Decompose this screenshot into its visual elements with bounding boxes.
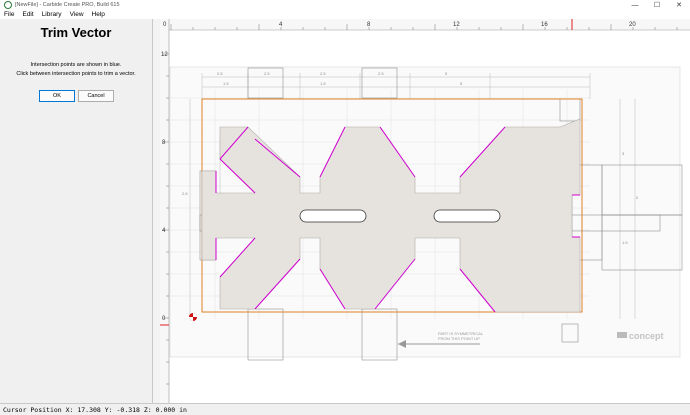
menu-help[interactable]: Help <box>92 11 105 18</box>
menu-file[interactable]: File <box>4 11 14 18</box>
minimize-icon[interactable]: — <box>624 0 646 10</box>
dim-label-6: 1.5 <box>223 81 229 86</box>
part-shape[interactable] <box>201 118 581 313</box>
status-bar: Cursor Position X: 17.308 Y: -0.318 Z: 0… <box>0 403 690 415</box>
ruler-label-x16: 16 <box>541 22 548 28</box>
dim-label-2: 2.5 <box>264 71 270 76</box>
dim-label-11: 1.5 <box>622 240 628 245</box>
dim-label-1: 2.5 <box>217 71 223 76</box>
title-bar: [NewFile] - Carbide Create PRO, Build 61… <box>0 0 690 10</box>
ruler-label-x12: 12 <box>453 22 460 28</box>
left-ruler <box>160 19 169 403</box>
dim-label-9: 2.5 <box>182 191 188 196</box>
menu-view[interactable]: View <box>70 11 84 18</box>
menu-edit[interactable]: Edit <box>22 11 33 18</box>
close-icon[interactable]: ✕ <box>668 0 690 10</box>
app-icon <box>4 1 12 9</box>
help-text-intersections: Intersection points are shown in blue. <box>30 62 122 68</box>
origin-marker-icon <box>189 313 197 321</box>
cursor-position: Cursor Position X: 17.308 Y: -0.318 Z: 0… <box>3 405 187 414</box>
menu-bar: File Edit Library View Help <box>0 10 690 19</box>
dim-label-7: 1.5 <box>320 81 326 86</box>
ruler-label-x20: 20 <box>629 22 636 28</box>
ruler-label-y12: 12 <box>161 52 168 58</box>
slot-right[interactable] <box>433 209 501 223</box>
design-canvas[interactable]: 0 4 8 12 16 20 12 8 4 0 2.5 2.5 2.5 2.5 … <box>160 19 690 403</box>
window-title: [NewFile] - Carbide Create PRO, Build 61… <box>15 2 120 8</box>
ok-button[interactable]: OK <box>39 90 75 102</box>
logo-text: concept <box>629 331 664 341</box>
cancel-button[interactable]: Cancel <box>78 90 114 102</box>
note-line-2: FROM THIS POINT UP <box>438 336 480 341</box>
panel-title: Trim Vector <box>40 25 112 40</box>
dim-label-4: 2.5 <box>378 71 384 76</box>
window-controls: — ☐ ✕ <box>624 0 690 10</box>
slot-left[interactable] <box>299 209 367 223</box>
trim-vector-panel: Trim Vector Intersection points are show… <box>0 19 153 403</box>
menu-library[interactable]: Library <box>42 11 62 18</box>
maximize-icon[interactable]: ☐ <box>646 0 668 10</box>
dim-label-3: 2.5 <box>320 71 326 76</box>
top-ruler <box>160 19 690 30</box>
help-text-trim: Click between intersection points to tri… <box>16 71 136 77</box>
